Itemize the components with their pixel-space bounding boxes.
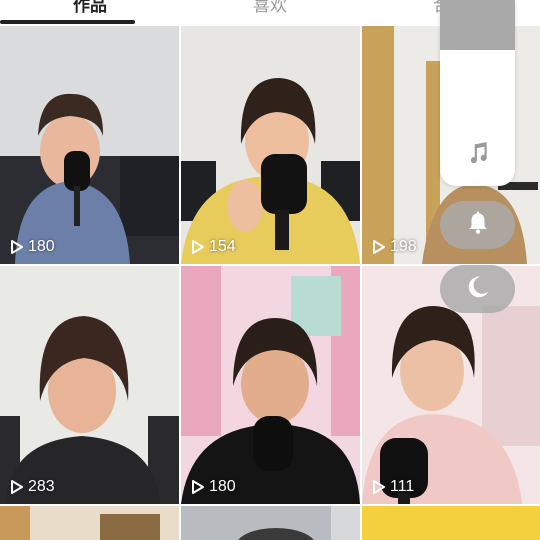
play-count-value: 198: [390, 238, 417, 255]
play-count: 283: [9, 478, 55, 496]
active-tab-indicator: [0, 20, 135, 24]
thumbnail-image: [0, 266, 179, 504]
video-thumbnail[interactable]: 154: [181, 26, 360, 264]
video-thumbnail[interactable]: [362, 506, 540, 540]
play-count-value: 154: [209, 238, 236, 255]
video-thumbnail[interactable]: 180: [0, 26, 179, 264]
bell-icon: [465, 210, 491, 241]
ringer-toggle-button[interactable]: [440, 201, 515, 249]
play-icon: [9, 239, 25, 255]
play-count: 111: [371, 478, 414, 496]
music-note-icon: [465, 140, 491, 171]
tab-likes[interactable]: 喜欢: [180, 0, 360, 16]
video-thumbnail[interactable]: [0, 506, 179, 540]
play-count: 180: [190, 478, 236, 496]
play-count-value: 180: [209, 478, 236, 495]
play-count-value: 180: [28, 238, 55, 255]
volume-slider-fill: [440, 0, 515, 50]
play-count-value: 283: [28, 478, 55, 495]
play-icon: [371, 239, 387, 255]
video-thumbnail[interactable]: 180: [181, 266, 360, 504]
thumbnail-image: [181, 506, 360, 540]
volume-slider[interactable]: [440, 0, 515, 186]
video-thumbnail[interactable]: [181, 506, 360, 540]
video-thumbnail[interactable]: 283: [0, 266, 179, 504]
play-icon: [190, 479, 206, 495]
do-not-disturb-button[interactable]: [440, 265, 515, 313]
tab-works[interactable]: 作品: [0, 0, 180, 16]
thumbnail-image: [0, 26, 179, 264]
play-count: 198: [371, 238, 417, 256]
play-icon: [190, 239, 206, 255]
play-icon: [9, 479, 25, 495]
play-count: 180: [9, 238, 55, 256]
play-count-value: 111: [390, 478, 415, 495]
moon-icon: [465, 274, 491, 305]
thumbnail-image: [362, 506, 540, 540]
thumbnail-image: [0, 506, 179, 540]
play-count: 154: [190, 238, 236, 256]
thumbnail-image: [181, 26, 360, 264]
thumbnail-image: [181, 266, 360, 504]
play-icon: [371, 479, 387, 495]
